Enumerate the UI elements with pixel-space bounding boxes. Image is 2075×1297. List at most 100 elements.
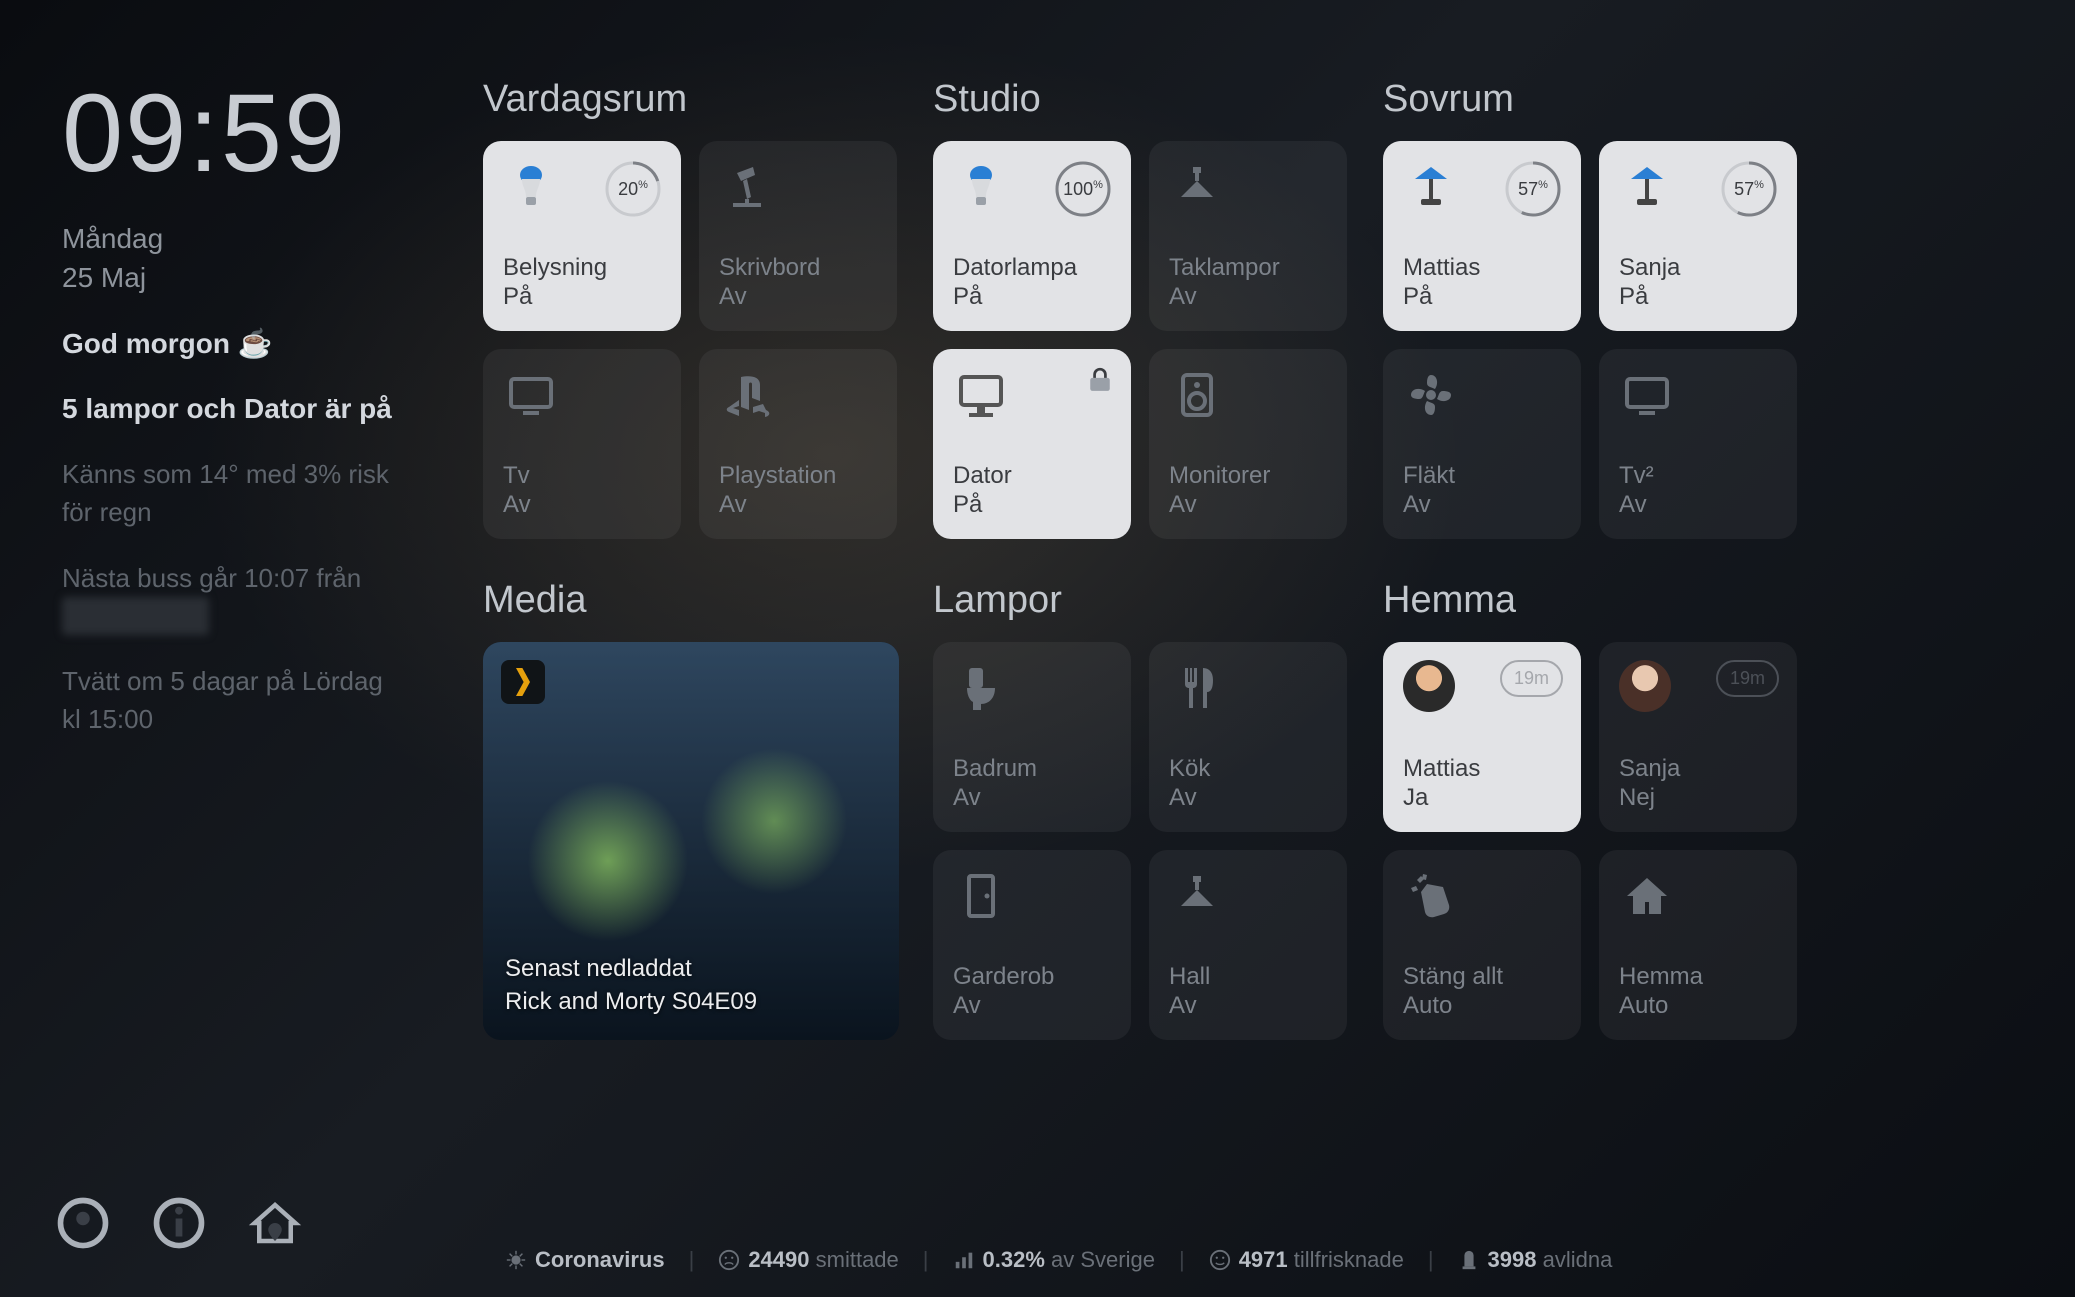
section-title: Studio <box>933 78 1349 121</box>
tile-vardagsrum-skrivbord[interactable]: Skrivbord Av <box>699 141 897 331</box>
bulb-icon <box>953 159 1009 215</box>
tile-state: På <box>503 283 663 311</box>
tile-label: Garderob <box>953 962 1113 992</box>
tile-studio-monitorer[interactable]: Monitorer Av <box>1149 349 1347 539</box>
tile-state: Av <box>1403 491 1563 519</box>
home-icon <box>1619 868 1675 924</box>
deaths-stat: 3998 avlidna <box>1458 1247 1613 1273</box>
section-studio: Studio 100% Datorlampa På Taklampor Av D… <box>933 78 1349 539</box>
tile-lampor-badrum[interactable]: Badrum Av <box>933 642 1131 832</box>
tile-label: Kök <box>1169 754 1329 784</box>
tile-hemma-stäng allt[interactable]: Stäng allt Auto <box>1383 850 1581 1040</box>
tile-sovrum-mattias[interactable]: 57% Mattias På <box>1383 141 1581 331</box>
tile-sovrum-sanja[interactable]: 57% Sanja På <box>1599 141 1797 331</box>
tile-state: På <box>1619 283 1779 311</box>
tile-label: Mattias <box>1403 253 1563 283</box>
tile-state: Av <box>719 491 879 519</box>
door-icon <box>953 868 1009 924</box>
weather-info: Känns som 14° med 3% risk för regn <box>62 456 407 531</box>
greeting: God morgon ☕ <box>62 327 407 360</box>
tile-state: Nej <box>1619 784 1779 812</box>
tile-label: Tv <box>503 461 663 491</box>
tile-label: Mattias <box>1403 754 1563 784</box>
laundry-info: Tvätt om 5 dagar på Lördag kl 15:00 <box>62 663 407 738</box>
tile-state: Av <box>1169 784 1329 812</box>
tile-label: Fläkt <box>1403 461 1563 491</box>
tile-state: På <box>1403 283 1563 311</box>
tile-state: Av <box>1169 491 1329 519</box>
tile-studio-dator[interactable]: Dator På <box>933 349 1131 539</box>
tile-vardagsrum-belysning[interactable]: 20% Belysning På <box>483 141 681 331</box>
section-title: Vardagsrum <box>483 78 899 121</box>
nav-info-icon[interactable] <box>152 1196 206 1255</box>
avatar-icon <box>1619 660 1671 712</box>
computer-icon <box>953 367 1009 423</box>
tile-label: Taklampor <box>1169 253 1329 283</box>
ceiling-icon <box>1169 868 1225 924</box>
lock-icon <box>1087 367 1113 393</box>
tile-label: Hall <box>1169 962 1329 992</box>
tile-sovrum-fläkt[interactable]: Fläkt Av <box>1383 349 1581 539</box>
tile-label: Sanja <box>1619 253 1779 283</box>
virus-icon: Coronavirus <box>505 1247 665 1273</box>
section-title: Lampor <box>933 579 1349 622</box>
tile-vardagsrum-playstation[interactable]: Playstation Av <box>699 349 897 539</box>
nav-home-icon[interactable] <box>248 1196 302 1255</box>
section-title: Sovrum <box>1383 78 2013 121</box>
tile-label: Datorlampa <box>953 253 1113 283</box>
tile-hemma-sanja[interactable]: 19m Sanja Nej <box>1599 642 1797 832</box>
device-status: 5 lampor och Dator är på <box>62 390 407 428</box>
tile-state: Av <box>953 992 1113 1020</box>
percent-stat: 0.32% av Sverige <box>953 1247 1155 1273</box>
tile-state: På <box>953 283 1113 311</box>
tile-state: Ja <box>1403 784 1563 812</box>
tile-lampor-hall[interactable]: Hall Av <box>1149 850 1347 1040</box>
time-badge: 19m <box>1716 660 1779 697</box>
bus-info: Nästa buss går 10:07 från ████████ <box>62 560 407 635</box>
brightness-indicator: 100% <box>1053 159 1113 219</box>
tile-vardagsrum-tv[interactable]: Tv Av <box>483 349 681 539</box>
tile-studio-taklampor[interactable]: Taklampor Av <box>1149 141 1347 331</box>
tile-label: Belysning <box>503 253 663 283</box>
section-sovrum: Sovrum 57% Mattias På 57% Sanja På Fläkt… <box>1383 78 2013 539</box>
section-hemma: Hemma 19m Mattias Ja 19m Sanja Nej Stäng… <box>1383 579 2013 1040</box>
tv-icon <box>1619 367 1675 423</box>
brightness-indicator: 20% <box>603 159 663 219</box>
plex-icon <box>501 660 545 704</box>
tile-state: Auto <box>1619 992 1779 1020</box>
tile-state: Auto <box>1403 992 1563 1020</box>
section-title: Hemma <box>1383 579 2013 622</box>
section-vardagsrum: Vardagsrum 20% Belysning På Skrivbord Av… <box>483 78 899 539</box>
brightness-indicator: 57% <box>1719 159 1779 219</box>
brightness-indicator: 57% <box>1503 159 1563 219</box>
tile-label: Playstation <box>719 461 879 491</box>
time-badge: 19m <box>1500 660 1563 697</box>
tile-label: Hemma <box>1619 962 1779 992</box>
playstation-icon <box>719 367 775 423</box>
section-title: Media <box>483 579 899 622</box>
desk-lamp-icon <box>719 159 775 215</box>
media-card[interactable]: Senast nedladdat Rick and Morty S04E09 <box>483 642 899 1040</box>
tile-hemma-mattias[interactable]: 19m Mattias Ja <box>1383 642 1581 832</box>
tile-sovrum-tv²[interactable]: Tv² Av <box>1599 349 1797 539</box>
tile-label: Monitorer <box>1169 461 1329 491</box>
tile-state: På <box>953 491 1113 519</box>
tile-lampor-kök[interactable]: Kök Av <box>1149 642 1347 832</box>
tile-studio-datorlampa[interactable]: 100% Datorlampa På <box>933 141 1131 331</box>
footer-status-bar: Coronavirus | 24490 smittade | 0.32% av … <box>483 1221 2013 1273</box>
tile-lampor-garderob[interactable]: Garderob Av <box>933 850 1131 1040</box>
nav-dashboard-icon[interactable] <box>56 1196 110 1255</box>
sidebar: 09:59 Måndag 25 Maj God morgon ☕ 5 lampo… <box>0 0 455 1297</box>
bulb-icon <box>503 159 559 215</box>
tile-hemma-hemma[interactable]: Hemma Auto <box>1599 850 1797 1040</box>
avatar-icon <box>1403 660 1455 712</box>
tile-state: Av <box>1169 283 1329 311</box>
media-caption: Senast nedladdat Rick and Morty S04E09 <box>505 953 757 1018</box>
toilet-icon <box>953 660 1009 716</box>
clap-icon <box>1403 868 1459 924</box>
tile-label: Tv² <box>1619 461 1779 491</box>
tile-state: Av <box>1619 491 1779 519</box>
ceiling-icon <box>1169 159 1225 215</box>
tile-state: Av <box>503 491 663 519</box>
tile-state: Av <box>953 784 1113 812</box>
